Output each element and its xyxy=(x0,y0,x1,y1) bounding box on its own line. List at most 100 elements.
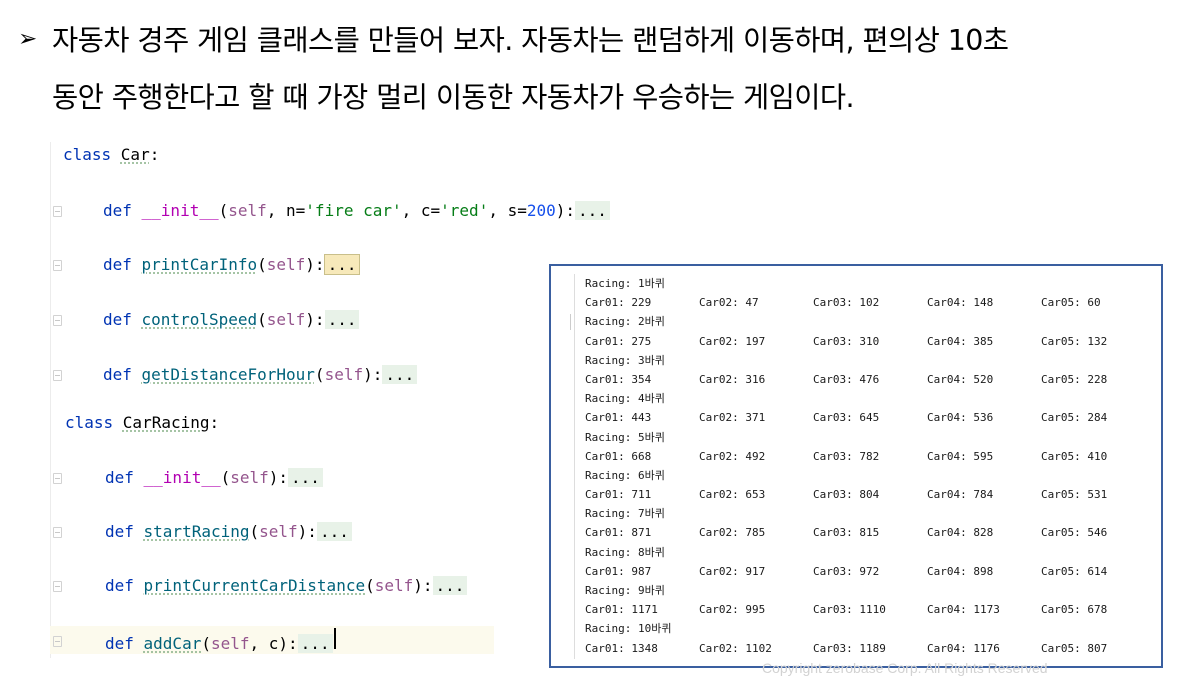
car-distance: Car05: 284 xyxy=(1041,411,1108,425)
race-round-label: Racing: 7바퀴 xyxy=(585,507,665,521)
car-distance: Car02: 197 xyxy=(699,334,766,348)
car-distance: Car03: 1189 xyxy=(813,641,886,655)
race-round-distances: Car01: 668 Car02: 492 Car03: 782 Car04: 595… xyxy=(585,447,1155,466)
code-line[interactable]: class Car: xyxy=(50,140,494,168)
car-distance: Car04: 1176 xyxy=(927,641,1000,655)
fold-toggle-icon[interactable] xyxy=(53,636,62,647)
car-distance: Car04: 536 xyxy=(927,411,994,425)
car-distance: Car01: 668 xyxy=(585,449,652,463)
car-distance: Car04: 784 xyxy=(927,488,994,502)
fold-toggle-icon[interactable] xyxy=(53,370,62,381)
console-scroll-marker xyxy=(570,314,571,330)
keyword-token: class xyxy=(65,412,123,432)
car-distance: Car02: 492 xyxy=(699,449,766,463)
car-distance: Car01: 987 xyxy=(585,564,652,578)
code-line[interactable]: def addCar(self, c):... xyxy=(50,626,494,654)
keyword-token: def xyxy=(105,521,144,541)
class-name-token: Car xyxy=(120,144,150,164)
car-distance: Car01: 354 xyxy=(585,372,652,386)
race-round-distances: Car01: 275 Car02: 197 Car03: 310 Car04: 385… xyxy=(585,332,1155,351)
car-distance: Car05: 410 xyxy=(1041,449,1108,463)
punctuation-token: : xyxy=(149,144,160,164)
car-distance: Car03: 815 xyxy=(813,526,880,540)
console-gutter xyxy=(574,274,575,659)
car-distance: Car04: 898 xyxy=(927,564,994,578)
title-line-2: 동안 주행한다고 할 때 가장 멀리 이동한 자동차가 우승하는 게임이다. xyxy=(18,67,1178,124)
punctuation-token: ): xyxy=(363,364,383,384)
fold-toggle-icon[interactable] xyxy=(53,527,62,538)
class-name-token: CarRacing xyxy=(122,412,210,432)
folded-code-placeholder[interactable]: ... xyxy=(382,364,418,384)
car-distance: Car05: 614 xyxy=(1041,564,1108,578)
self-token: self xyxy=(228,200,267,220)
fold-toggle-icon[interactable] xyxy=(53,206,62,217)
punctuation-token: ( xyxy=(314,364,325,384)
folded-code-placeholder[interactable]: ... xyxy=(297,633,333,653)
car-distance: Car03: 972 xyxy=(813,564,880,578)
keyword-token: def xyxy=(105,467,144,487)
car-distance: Car02: 316 xyxy=(699,372,766,386)
number-token: 200 xyxy=(526,200,556,220)
self-token: self xyxy=(266,254,306,274)
race-round-label: Racing: 4바퀴 xyxy=(585,392,665,406)
title-text-2: 동안 주행한다고 할 때 가장 멀리 이동한 자동차가 우승하는 게임이다. xyxy=(52,81,855,114)
code-editor[interactable]: class Car: def __init__(self, n='fire car… xyxy=(50,128,610,658)
fold-toggle-icon[interactable] xyxy=(53,473,62,484)
folded-code-placeholder[interactable]: ... xyxy=(575,200,610,220)
folded-code-placeholder[interactable]: ... xyxy=(432,575,468,595)
car-distance: Car02: 917 xyxy=(699,564,766,578)
punctuation-token: : xyxy=(209,412,220,432)
code-line[interactable]: def printCarInfo(self):... xyxy=(50,250,494,278)
race-round-distances: Car01: 229 Car02: 47 Car03: 102 Car04: 148 C… xyxy=(585,293,1155,312)
car-distance: Car03: 102 xyxy=(813,296,880,310)
code-line[interactable]: def controlSpeed(self):... xyxy=(50,305,494,333)
keyword-token: def xyxy=(105,575,144,595)
fold-toggle-icon[interactable] xyxy=(53,581,62,592)
car-distance: Car04: 595 xyxy=(927,449,994,463)
self-token: self xyxy=(324,364,364,384)
car-distance: Car01: 275 xyxy=(585,334,652,348)
punctuation-token: ( xyxy=(365,575,375,595)
code-line[interactable]: def printCurrentCarDistance(self):... xyxy=(50,571,494,599)
code-line[interactable]: def __init__(self, n='fire car', c='red'… xyxy=(50,196,610,224)
console-output-panel: Racing: 1바퀴 Car01: 229 Car02: 47 Car03: 102… xyxy=(549,264,1163,668)
car-distance: Car05: 228 xyxy=(1041,372,1108,386)
punctuation-token: ( xyxy=(220,467,231,487)
title-line-1: ➢ 자동차 경주 게임 클래스를 만들어 보자. 자동차는 랜덤하게 이동하며,… xyxy=(18,10,1178,67)
folded-code-placeholder[interactable]: ... xyxy=(324,309,360,329)
car-distance: Car02: 1102 xyxy=(699,641,772,655)
copyright-text: Copyright zerobase Corp. All Rights Rese… xyxy=(762,660,1048,676)
dunder-method-token: __init__ xyxy=(141,200,219,220)
code-line[interactable]: def startRacing(self):... xyxy=(50,517,494,545)
race-round-label: Racing: 8바퀴 xyxy=(585,545,665,559)
code-line[interactable]: def getDistanceForHour(self):... xyxy=(50,360,494,388)
folded-code-placeholder[interactable]: ... xyxy=(323,253,361,275)
race-round-distances: Car01: 443 Car02: 371 Car03: 645 Car04: 536… xyxy=(585,408,1155,427)
car-distance: Car05: 678 xyxy=(1041,603,1108,617)
console-output-text: Racing: 1바퀴 Car01: 229 Car02: 47 Car03: 102… xyxy=(585,274,1155,658)
folded-code-placeholder[interactable]: ... xyxy=(288,467,323,487)
function-name-token: printCurrentCarDistance xyxy=(143,575,366,595)
code-line[interactable]: class CarRacing: xyxy=(50,408,494,436)
car-distance: Car04: 385 xyxy=(927,334,994,348)
car-distance: Car04: 520 xyxy=(927,372,994,386)
car-distance: Car05: 807 xyxy=(1041,641,1108,655)
punctuation-token: ( xyxy=(249,521,260,541)
race-round-label: Racing: 9바퀴 xyxy=(585,584,665,597)
fold-toggle-icon[interactable] xyxy=(53,315,62,326)
car-distance: Car04: 828 xyxy=(927,526,994,540)
car-distance: Car01: 871 xyxy=(585,526,652,540)
car-distance: Car02: 47 xyxy=(699,296,759,310)
fold-toggle-icon[interactable] xyxy=(53,260,62,271)
car-distance: Car02: 653 xyxy=(699,488,766,502)
dunder-method-token: __init__ xyxy=(143,467,221,487)
function-name-token: printCarInfo xyxy=(141,254,258,274)
car-distance: Car05: 531 xyxy=(1041,488,1108,502)
car-distance: Car01: 711 xyxy=(585,488,652,502)
punctuation-token: ): xyxy=(268,467,289,487)
race-round-label: Racing: 6바퀴 xyxy=(585,468,665,482)
keyword-token: def xyxy=(103,200,142,220)
folded-code-placeholder[interactable]: ... xyxy=(316,521,352,541)
car-distance: Car03: 310 xyxy=(813,334,880,348)
code-line[interactable]: def __init__(self):... xyxy=(50,463,494,491)
